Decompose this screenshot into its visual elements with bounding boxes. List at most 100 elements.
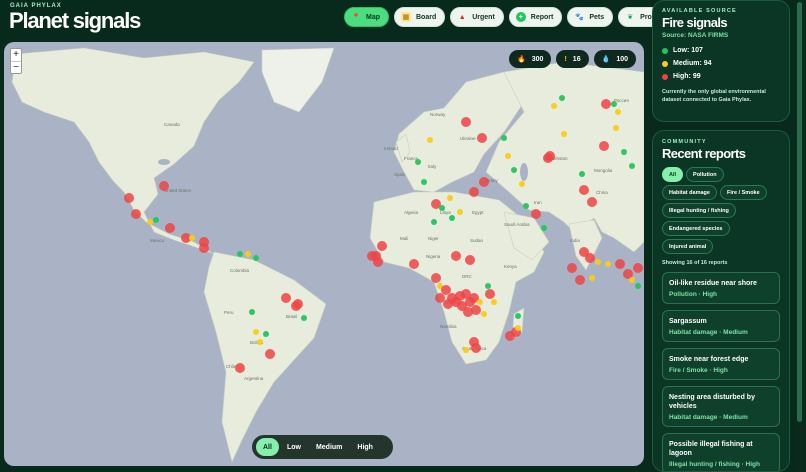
fire-marker[interactable] [427,137,433,143]
fire-marker[interactable] [559,95,565,101]
fire-marker[interactable] [439,205,445,211]
fire-marker[interactable] [301,315,307,321]
fire-marker[interactable] [613,125,619,131]
zoom-in-button[interactable]: + [11,49,21,61]
fire-marker[interactable] [457,209,463,215]
fire-marker[interactable] [471,343,481,353]
fire-marker[interactable] [519,181,525,187]
world-map[interactable]: United States Mexico Colombia Peru Brasi… [4,42,644,466]
fire-marker[interactable] [633,263,643,273]
fire-marker[interactable] [153,217,159,223]
fire-marker[interactable] [551,103,557,109]
zoom-out-button[interactable]: − [11,61,21,73]
fire-marker[interactable] [431,273,441,283]
fire-marker[interactable] [579,171,585,177]
fire-marker[interactable] [585,253,595,263]
fire-marker[interactable] [451,251,461,261]
fire-marker[interactable] [431,219,437,225]
fire-marker[interactable] [237,251,243,257]
chip-injured-animal[interactable]: Injured animal [662,239,714,254]
fire-marker[interactable] [447,195,453,201]
fire-marker[interactable] [615,109,621,115]
fire-marker[interactable] [579,185,589,195]
chip-fire-smoke[interactable]: Fire / Smoke [719,185,767,200]
fire-marker[interactable] [131,209,141,219]
fire-marker[interactable] [253,255,259,261]
chip-all[interactable]: All [662,167,684,182]
fire-marker[interactable] [463,347,469,353]
fire-marker[interactable] [477,299,483,305]
fire-marker[interactable] [471,305,481,315]
report-card[interactable]: Nesting area disturbed by vehicles Habit… [662,386,780,427]
nav-urgent-button[interactable]: ▲ Urgent [450,7,504,27]
fire-marker[interactable] [249,309,255,315]
fire-marker[interactable] [435,293,445,303]
nav-report-button[interactable]: + Report [508,7,563,27]
fire-marker[interactable] [575,275,585,285]
fire-marker[interactable] [124,193,134,203]
fire-marker[interactable] [409,259,419,269]
report-card[interactable]: Oil-like residue near shore Pollution · … [662,272,780,304]
fire-marker[interactable] [479,177,489,187]
fire-marker[interactable] [485,283,491,289]
fire-marker[interactable] [199,243,209,253]
fire-marker[interactable] [421,179,427,185]
fire-marker[interactable] [611,101,617,107]
fire-marker[interactable] [377,241,387,251]
fire-marker[interactable] [635,283,641,289]
fire-marker[interactable] [465,255,475,265]
nav-map-button[interactable]: 📍 Map [344,7,389,27]
fire-marker[interactable] [599,141,609,151]
fire-marker[interactable] [263,331,269,337]
fire-marker[interactable] [605,261,611,267]
fire-marker[interactable] [515,313,521,319]
filter-high[interactable]: High [350,438,380,456]
filter-low[interactable]: Low [280,438,308,456]
report-card[interactable]: Smoke near forest edge Fire / Smoke · Hi… [662,348,780,380]
fire-marker[interactable] [523,203,529,209]
fire-marker[interactable] [461,117,471,127]
filter-medium[interactable]: Medium [309,438,349,456]
fire-marker[interactable] [629,163,635,169]
fire-marker[interactable] [485,289,495,299]
fire-marker[interactable] [159,181,169,191]
report-card[interactable]: Sargassum Habitat damage · Medium [662,310,780,342]
fire-marker[interactable] [281,293,291,303]
fire-marker[interactable] [469,187,479,197]
chip-habitat-damage[interactable]: Habitat damage [662,185,717,200]
fire-marker[interactable] [515,325,521,331]
filter-all[interactable]: All [256,438,279,456]
fire-marker[interactable] [561,131,567,137]
fire-marker[interactable] [545,151,555,161]
chip-illegal-hunting[interactable]: Illegal hunting / fishing [662,203,736,218]
fire-marker[interactable] [541,225,547,231]
chip-endangered-species[interactable]: Endangered species [662,221,730,236]
fire-marker[interactable] [235,363,245,373]
fire-marker[interactable] [477,133,487,143]
fire-marker[interactable] [245,251,251,257]
nav-pets-button[interactable]: 🐾 Pets [567,7,614,27]
fire-marker[interactable] [501,135,507,141]
fire-marker[interactable] [511,167,517,173]
fire-marker[interactable] [165,223,175,233]
fire-marker[interactable] [621,149,627,155]
fire-marker[interactable] [415,159,421,165]
fire-marker[interactable] [373,257,383,267]
fire-marker[interactable] [481,311,487,317]
fire-marker[interactable] [147,219,153,225]
fire-marker[interactable] [441,285,451,295]
fire-marker[interactable] [265,349,275,359]
fire-marker[interactable] [189,235,195,241]
report-card[interactable]: Possible illegal fishing at lagoon Illeg… [662,433,780,471]
fire-marker[interactable] [629,277,635,283]
fire-marker[interactable] [615,259,625,269]
fire-marker[interactable] [587,197,597,207]
fire-marker[interactable] [449,215,455,221]
nav-board-button[interactable]: ▦ Board [394,7,446,27]
fire-marker[interactable] [257,339,263,345]
fire-marker[interactable] [505,153,511,159]
fire-marker[interactable] [595,259,601,265]
scrollbar-thumb[interactable] [797,2,802,422]
chip-pollution[interactable]: Pollution [686,167,724,182]
fire-marker[interactable] [601,99,611,109]
